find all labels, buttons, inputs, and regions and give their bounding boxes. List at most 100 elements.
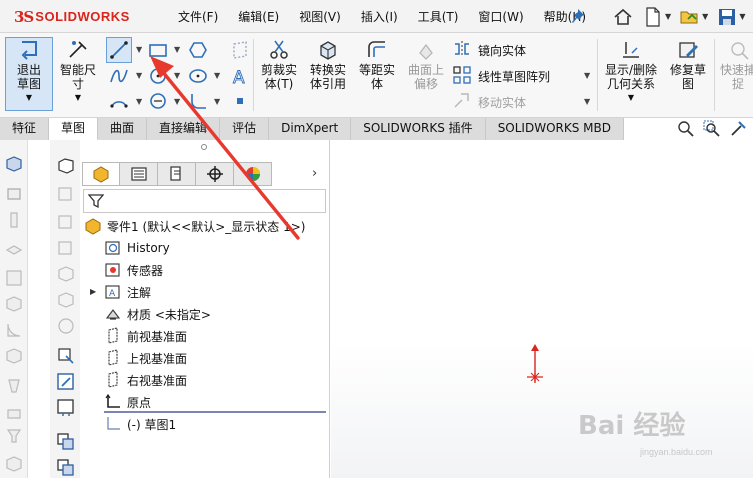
right-view-icon[interactable] (56, 238, 76, 258)
hole-wizard-icon[interactable] (4, 426, 24, 446)
chevron-down-icon[interactable]: ▼ (136, 97, 142, 106)
chevron-down-icon[interactable]: ▼ (214, 71, 220, 80)
rollback-bar[interactable] (104, 411, 326, 413)
chevron-down-icon[interactable]: ▼ (214, 97, 220, 106)
graphics-area[interactable] (331, 140, 753, 478)
tab-surfaces[interactable]: 曲面 (98, 118, 148, 140)
plane-icon[interactable] (230, 40, 250, 60)
tree-filter[interactable] (83, 189, 326, 213)
mirror-entities-label[interactable]: 镜向实体 (478, 42, 526, 59)
zoom-area-icon[interactable] (701, 119, 723, 139)
repair-sketch-button[interactable]: 修复草图 (665, 39, 711, 91)
point-icon[interactable] (230, 91, 250, 111)
chevron-down-icon[interactable]: ▼ (702, 12, 708, 21)
tree-item-top-plane[interactable]: 上视基准面 (104, 348, 187, 368)
repair-view-icon[interactable] (56, 372, 76, 392)
slot-icon[interactable] (148, 91, 168, 111)
extruded-cut-icon[interactable] (4, 294, 24, 314)
tab-direct-editing[interactable]: 直接编辑 (147, 118, 221, 140)
tree-item-sketch1[interactable]: (-) 草图1 (104, 414, 176, 434)
chevron-down-icon[interactable]: ▼ (174, 97, 180, 106)
circle-icon[interactable] (148, 66, 168, 86)
display-manager-tab[interactable] (234, 162, 272, 186)
menu-window[interactable]: 窗口(W) (478, 8, 523, 25)
menu-tools[interactable]: 工具(T) (418, 8, 459, 25)
move-entities-label[interactable]: 移动实体 (478, 94, 526, 111)
mirror-icon[interactable] (452, 39, 472, 59)
menu-edit[interactable]: 编辑(E) (238, 8, 279, 25)
move-entities-icon[interactable] (452, 90, 472, 110)
linear-pattern-icon[interactable] (452, 65, 472, 85)
reference-geometry-icon[interactable] (4, 454, 24, 474)
draft-icon[interactable] (4, 376, 24, 396)
extrude-boss-icon[interactable] (4, 154, 24, 174)
convert-entities-button[interactable]: 转换实体引用 (304, 39, 352, 91)
isometric-view-icon[interactable] (56, 264, 76, 284)
offset-on-surface-button[interactable]: 曲面上偏移 (402, 39, 450, 91)
tab-sketch[interactable]: 草图 (49, 118, 99, 140)
top-view-icon[interactable] (56, 212, 76, 232)
dimxpert-manager-tab[interactable] (196, 162, 234, 186)
front-view-icon[interactable] (56, 184, 76, 204)
tab-features[interactable]: 特征 (0, 118, 50, 140)
menu-insert[interactable]: 插入(I) (361, 8, 398, 25)
chevron-down-icon[interactable]: ▼ (739, 12, 745, 21)
arc-icon[interactable] (109, 91, 129, 111)
chevron-right-icon[interactable]: › (312, 166, 317, 181)
pin-icon[interactable] (572, 7, 588, 25)
shell-icon[interactable] (4, 346, 24, 366)
chevron-down-icon[interactable]: ▼ (584, 97, 590, 106)
rib-icon[interactable] (4, 404, 24, 424)
tab-evaluate[interactable]: 评估 (220, 118, 270, 140)
menu-view[interactable]: 视图(V) (299, 8, 341, 25)
display-style-icon[interactable] (56, 398, 76, 418)
configuration-manager-tab[interactable] (158, 162, 196, 186)
feature-manager-tab[interactable] (82, 162, 120, 186)
spline-icon[interactable] (109, 66, 129, 86)
panel-grip[interactable] (201, 144, 207, 150)
previous-view-icon[interactable] (727, 119, 749, 139)
tree-item-annotations[interactable]: A 注解 (104, 282, 151, 302)
chevron-down-icon[interactable]: ▼ (584, 71, 590, 80)
loft-icon[interactable] (4, 242, 24, 262)
property-manager-tab[interactable] (120, 162, 158, 186)
display-relations-button[interactable]: 显示/删除几何关系 ▼ (600, 39, 662, 105)
exit-sketch-button[interactable]: 退出草图 ▼ (5, 39, 53, 105)
line-icon[interactable] (109, 40, 129, 60)
tree-item-history[interactable]: History (104, 238, 170, 258)
chevron-down-icon[interactable]: ▼ (174, 71, 180, 80)
tab-dimxpert[interactable]: DimXpert (269, 118, 352, 140)
tree-item-right-plane[interactable]: 右视基准面 (104, 370, 187, 390)
tree-item-sensors[interactable]: 传感器 (104, 260, 163, 280)
new-document-icon[interactable] (642, 6, 664, 28)
trimetric-view-icon[interactable] (56, 290, 76, 310)
revolve-icon[interactable] (4, 184, 24, 204)
tree-root-part[interactable]: 零件1 (默认<<默认>_显示状态 1>) (84, 216, 305, 236)
chevron-down-icon[interactable]: ▼ (136, 45, 142, 54)
expand-arrow-icon[interactable]: ▶ (90, 287, 96, 296)
fillet-icon[interactable] (188, 91, 208, 111)
zoom-to-fit-icon[interactable] (675, 119, 697, 139)
rectangle-icon[interactable] (148, 40, 168, 60)
tab-solidworks-addins[interactable]: SOLIDWORKS 插件 (351, 118, 486, 140)
linear-pattern-label[interactable]: 线性草图阵列 (478, 68, 550, 85)
chevron-down-icon[interactable]: ▼ (665, 12, 671, 21)
dimetric-view-icon[interactable] (56, 316, 76, 336)
save-icon[interactable] (716, 6, 738, 28)
smart-dimension-button[interactable]: 智能尺寸 ▼ (56, 39, 100, 105)
tree-item-material[interactable]: 材质 <未指定> (104, 304, 211, 324)
normal-to-icon[interactable] (56, 156, 76, 176)
fillet-feature-icon[interactable] (4, 320, 24, 340)
sweep-icon[interactable] (4, 210, 24, 230)
chevron-down-icon[interactable]: ▼ (136, 71, 142, 80)
copy-feature-icon[interactable] (56, 458, 76, 478)
copy-icon[interactable] (56, 432, 76, 452)
polygon-icon[interactable] (188, 40, 208, 60)
open-folder-icon[interactable] (679, 6, 701, 28)
section-view-icon[interactable] (56, 346, 76, 366)
text-icon[interactable]: A (230, 66, 250, 86)
menu-file[interactable]: 文件(F) (178, 8, 218, 25)
boundary-icon[interactable] (4, 268, 24, 288)
chevron-down-icon[interactable]: ▼ (174, 45, 180, 54)
home-icon[interactable] (612, 6, 634, 28)
